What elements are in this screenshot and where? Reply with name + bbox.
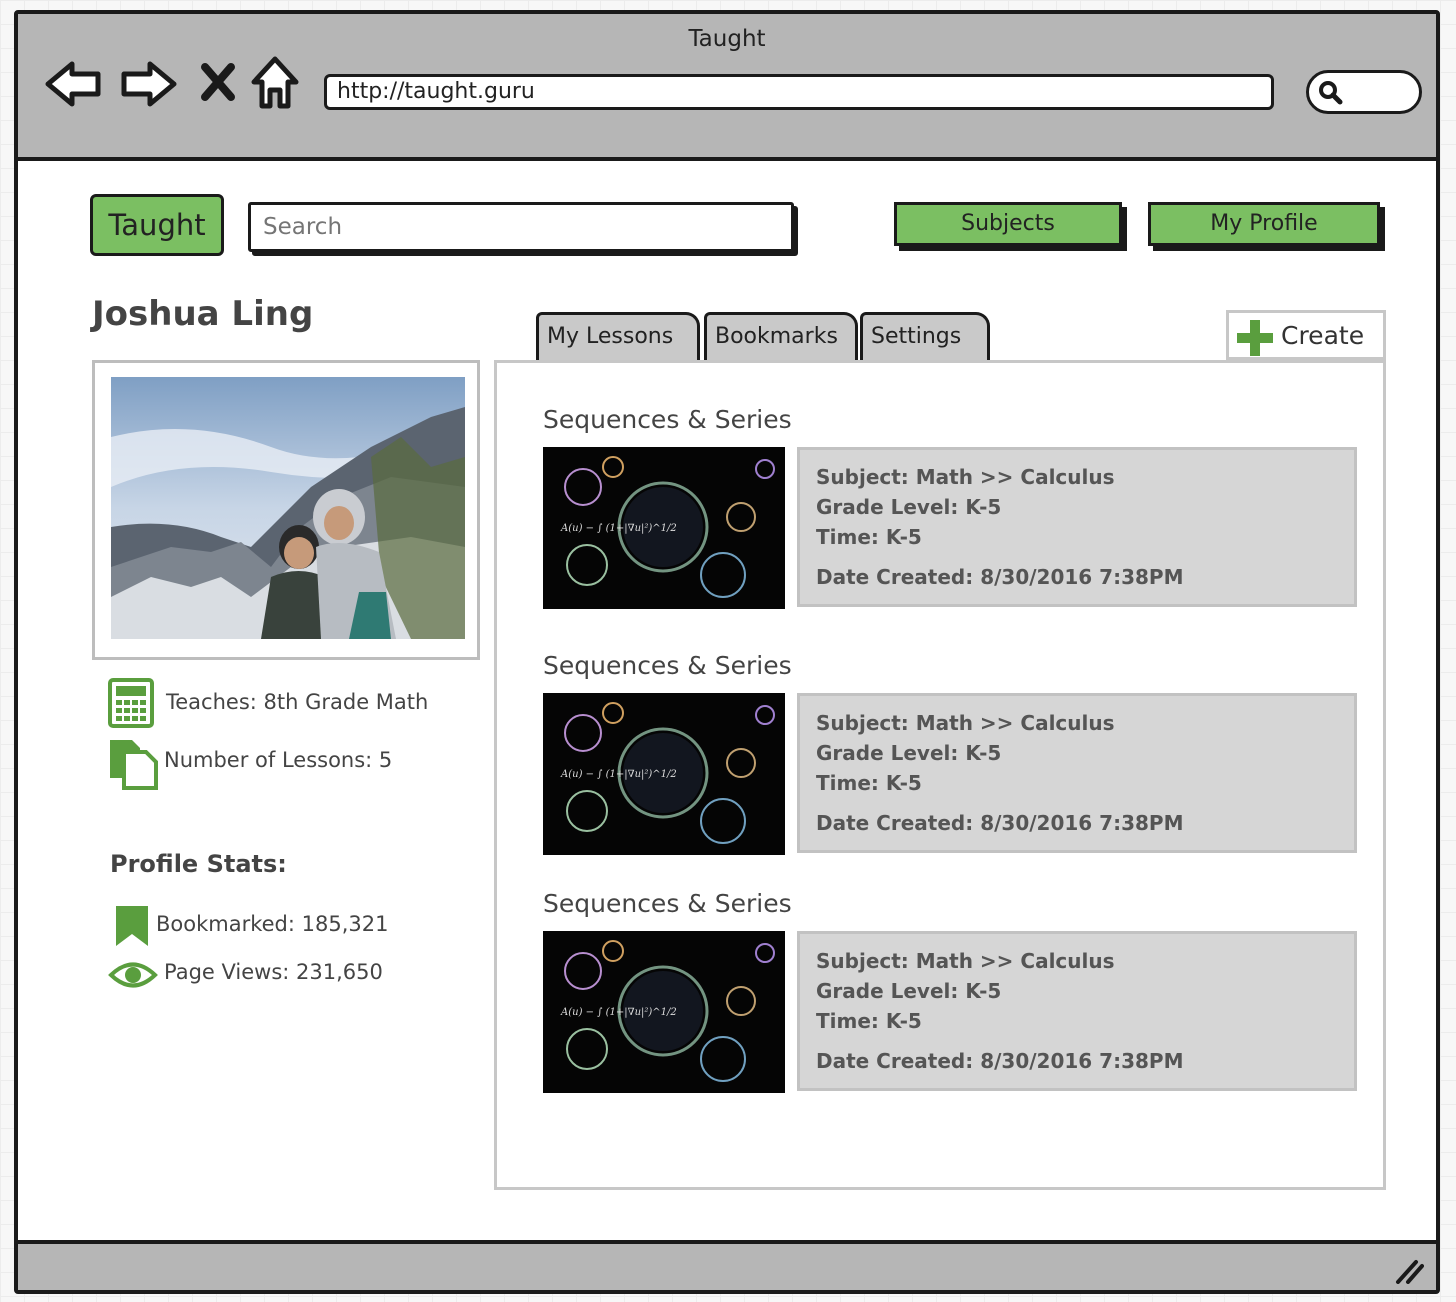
create-button[interactable]: Create (1226, 310, 1386, 360)
profile-photo-frame (92, 360, 480, 660)
lesson-details: Subject: Math >> Calculus Grade Level: K… (797, 931, 1357, 1091)
teaches-text: Teaches: 8th Grade Math (166, 690, 429, 714)
lesson-date: Date Created: 8/30/2016 7:38PM (816, 1049, 1184, 1073)
lesson-time: Time: K-5 (816, 1009, 922, 1033)
svg-text:A(u) − ∫ (1+|∇u|²)^1/2: A(u) − ∫ (1+|∇u|²)^1/2 (560, 769, 677, 780)
lesson-subject: Subject: Math >> Calculus (816, 711, 1115, 735)
window-title: Taught (688, 26, 766, 52)
page-views-count: Page Views: 231,650 (164, 960, 383, 984)
back-arrow-icon[interactable] (44, 58, 104, 110)
tab-settings[interactable]: Settings (860, 312, 990, 360)
browser-window: Taught http://taught.guru Taught Subject… (14, 10, 1440, 1294)
lesson-thumbnail[interactable]: A(u) − ∫ (1+|∇u|²)^1/2 (543, 931, 785, 1093)
bookmark-icon (116, 906, 148, 946)
lesson-time: Time: K-5 (816, 771, 922, 795)
svg-text:A(u) − ∫ (1+|∇u|²)^1/2: A(u) − ∫ (1+|∇u|²)^1/2 (560, 1007, 677, 1018)
browser-statusbar (18, 1240, 1436, 1290)
address-bar[interactable]: http://taught.guru (324, 74, 1274, 110)
lessons-panel: Sequences & Series A(u) − ∫ (1+|∇u|²)^1/… (494, 360, 1386, 1190)
bookmarked-count: Bookmarked: 185,321 (156, 912, 389, 936)
lesson-thumbnail[interactable]: A(u) − ∫ (1+|∇u|²)^1/2 (543, 447, 785, 609)
number-of-lessons-text: Number of Lessons: 5 (164, 748, 393, 772)
search-icon (1319, 81, 1343, 105)
lesson-title[interactable]: Sequences & Series (543, 405, 792, 434)
profile-photo (111, 377, 465, 639)
browser-search-field[interactable] (1306, 70, 1422, 114)
lesson-subject: Subject: Math >> Calculus (816, 949, 1115, 973)
lesson-title[interactable]: Sequences & Series (543, 889, 792, 918)
lesson-thumbnail[interactable]: A(u) − ∫ (1+|∇u|²)^1/2 (543, 693, 785, 855)
lesson-time: Time: K-5 (816, 525, 922, 549)
lesson-details: Subject: Math >> Calculus Grade Level: K… (797, 447, 1357, 607)
lesson-grade: Grade Level: K-5 (816, 495, 1002, 519)
stop-icon[interactable] (200, 62, 236, 102)
lesson-grade: Grade Level: K-5 (816, 741, 1002, 765)
lesson-details: Subject: Math >> Calculus Grade Level: K… (797, 693, 1357, 853)
svg-text:A(u) − ∫ (1+|∇u|²)^1/2: A(u) − ∫ (1+|∇u|²)^1/2 (560, 523, 677, 534)
plus-icon (1237, 320, 1273, 356)
forward-arrow-icon[interactable] (118, 58, 178, 110)
documents-icon (110, 740, 158, 790)
eye-icon (108, 962, 158, 988)
home-icon[interactable] (250, 54, 300, 112)
profile-stats-title: Profile Stats: (110, 850, 287, 878)
create-label: Create (1281, 321, 1365, 350)
subjects-button[interactable]: Subjects (894, 202, 1122, 246)
browser-toolbar: Taught http://taught.guru (18, 14, 1436, 161)
lesson-title[interactable]: Sequences & Series (543, 651, 792, 680)
tab-my-lessons[interactable]: My Lessons (536, 312, 700, 360)
lesson-date: Date Created: 8/30/2016 7:38PM (816, 565, 1184, 589)
my-profile-button[interactable]: My Profile (1148, 202, 1380, 246)
lesson-subject: Subject: Math >> Calculus (816, 465, 1115, 489)
logo-button[interactable]: Taught (90, 194, 224, 256)
lesson-grade: Grade Level: K-5 (816, 979, 1002, 1003)
lesson-date: Date Created: 8/30/2016 7:38PM (816, 811, 1184, 835)
tab-bookmarks[interactable]: Bookmarks (704, 312, 858, 360)
calculator-icon (108, 678, 154, 728)
profile-name: Joshua Ling (92, 294, 314, 334)
search-input[interactable] (248, 202, 794, 252)
resize-grip-icon[interactable] (1394, 1258, 1424, 1284)
